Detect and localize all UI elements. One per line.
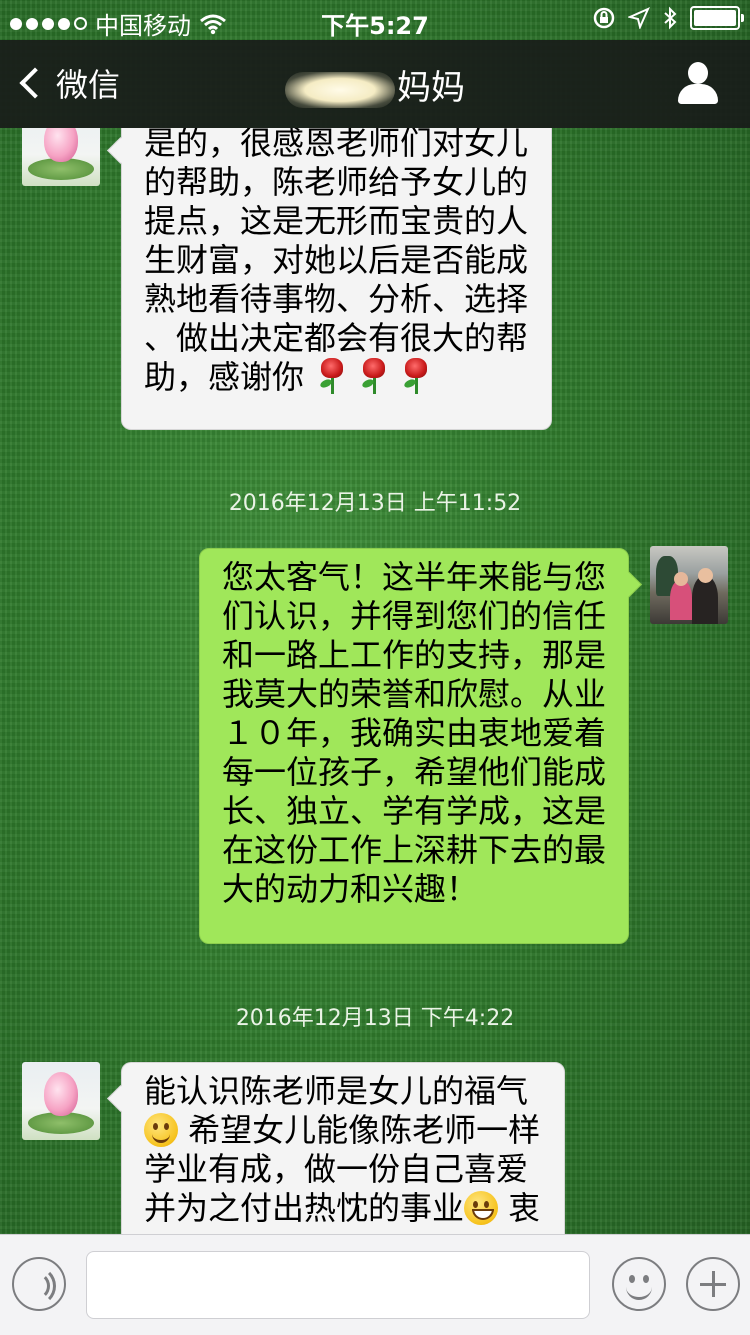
contact-profile-button[interactable] — [676, 62, 720, 106]
message-line: 学业有成，做一份自己喜爱 — [144, 1150, 529, 1188]
message-line: 们认识，并得到您们的信任 — [222, 597, 607, 635]
voice-wave-large — [16, 1266, 56, 1306]
message-line: 在这份工作上深耕下去的最 — [222, 831, 607, 869]
emoji-mouth — [626, 1285, 652, 1300]
photo-face — [698, 568, 713, 583]
location-icon — [628, 7, 650, 29]
lotus-flower — [44, 128, 78, 162]
chat-input-bar — [0, 1234, 750, 1335]
add-icon[interactable] — [686, 1257, 740, 1311]
chat-nav-bar: 微信 妈妈 — [0, 40, 750, 128]
status-right — [592, 6, 744, 30]
photo-person-child — [670, 580, 692, 620]
emoji-icon[interactable] — [612, 1257, 666, 1311]
voice-icon[interactable] — [12, 1257, 66, 1311]
message-line: 的帮助，陈老师给予女儿的 — [144, 163, 529, 201]
incoming-message-bubble[interactable]: 能认识陈老师是女儿的福气 希望女儿能像陈老师一样 学业有成，做一份自己喜爱 并为… — [121, 1062, 565, 1234]
battery-icon — [690, 6, 744, 30]
battery-level — [694, 10, 736, 26]
rose-icon — [400, 358, 430, 394]
message-timestamp: 2016年12月13日 上午11:52 — [228, 491, 522, 516]
bluetooth-icon — [664, 6, 677, 30]
message-line: １０年，我确实由衷地爱着 — [222, 714, 607, 752]
person-icon-head — [688, 62, 708, 84]
emoji-eye — [643, 1275, 649, 1283]
message-line: 大的动力和兴趣！ — [222, 870, 479, 908]
message-timestamp: 2016年12月13日 下午4:22 — [235, 1006, 515, 1031]
photo-person-adult — [692, 576, 718, 624]
message-text: 希望女儿能像陈老师一样 — [178, 1111, 541, 1149]
chat-message-list[interactable]: 是的，很感恩老师们对女儿 的帮助，陈老师给予女儿的 提点，这是无形而宝贵的人 生… — [0, 128, 750, 1234]
message-line: 您太客气！这半年来能与您 — [222, 558, 607, 596]
message-line: 助，感谢你 — [144, 358, 305, 396]
message-line: 是的，很感恩老师们对女儿 — [144, 128, 529, 162]
message-text: 衷 — [498, 1189, 541, 1227]
rotation-lock-icon — [593, 7, 615, 29]
plus-vertical — [712, 1271, 715, 1297]
message-text: 并为之付出热忱的事业 — [144, 1189, 465, 1227]
message-line: 、做出决定都会有很大的帮 — [144, 319, 529, 357]
chat-title: 妈妈 — [0, 60, 750, 109]
photo-face — [674, 572, 688, 586]
person-icon-body — [678, 84, 718, 104]
redacted-name — [285, 71, 395, 108]
message-line: 熟地看待事物、分析、选择 — [144, 280, 529, 318]
message-line: 生财富，对她以后是否能成 — [144, 241, 529, 279]
message-line: 长、独立、学有学成，这是 — [222, 792, 607, 830]
message-line: 能认识陈老师是女儿的福气 — [144, 1072, 529, 1110]
status-bar: 中国移动 下午5:27 — [0, 0, 750, 40]
incoming-message-bubble[interactable]: 是的，很感恩老师们对女儿 的帮助，陈老师给予女儿的 提点，这是无形而宝贵的人 生… — [121, 128, 552, 430]
message-input-field[interactable] — [86, 1251, 590, 1319]
message-line-with-emoji: 希望女儿能像陈老师一样 — [144, 1111, 542, 1150]
rose-icon — [358, 358, 388, 394]
lotus-flower — [44, 1072, 78, 1116]
lotus-avatar[interactable] — [22, 1062, 100, 1140]
message-line: 和一路上工作的支持，那是 — [222, 636, 607, 674]
smile-emoji-icon — [144, 1113, 178, 1147]
emoji-eye — [629, 1275, 635, 1283]
message-line-with-emoji: 并为之付出热忱的事业 衷 — [144, 1189, 542, 1228]
message-line: 提点，这是无形而宝贵的人 — [144, 202, 529, 240]
message-line: 我莫大的荣誉和欣慰。从业 — [222, 675, 607, 713]
lotus-avatar[interactable] — [22, 128, 100, 186]
grin-emoji-icon — [464, 1191, 499, 1225]
chat-title-text: 妈妈 — [397, 68, 465, 108]
outgoing-message-bubble[interactable]: 您太客气！这半年来能与您 们认识，并得到您们的信任 和一路上工作的支持，那是 我… — [199, 548, 629, 944]
message-line-with-roses: 助，感谢你 — [144, 358, 529, 397]
rose-icon — [316, 358, 346, 394]
message-line: 每一位孩子，希望他们能成 — [222, 753, 607, 791]
family-photo-avatar[interactable] — [650, 546, 728, 624]
